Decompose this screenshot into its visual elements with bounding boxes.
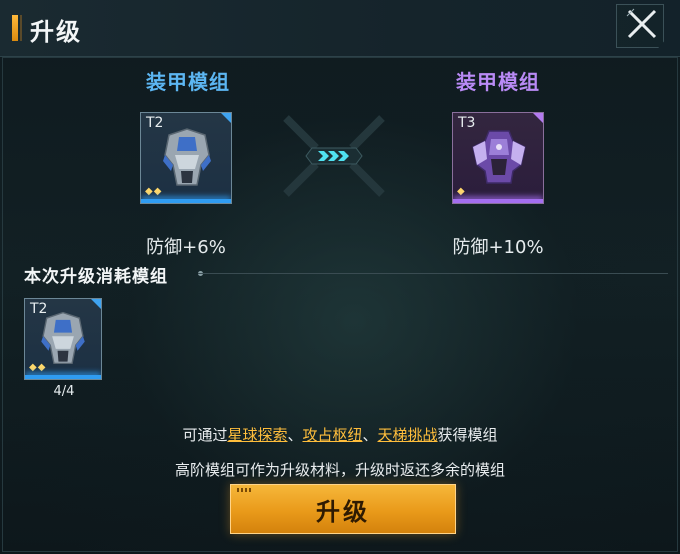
link-planet-explore[interactable]: 星球探索 <box>227 426 287 444</box>
star-rating: ◆ <box>457 186 466 197</box>
rarity-corner <box>221 113 231 123</box>
hint-acquire: 可通过星球探索、攻占枢纽、天梯挑战获得模组 <box>0 424 680 445</box>
current-module-name: 装甲模组 <box>146 70 230 94</box>
title-accent-line <box>20 15 22 41</box>
close-x-icon <box>626 8 657 39</box>
page-title: 升级 <box>30 18 82 46</box>
rarity-bar <box>25 375 101 379</box>
close-button[interactable] <box>612 0 672 48</box>
star-rating: ◆◆ <box>29 362 47 373</box>
section-divider <box>198 273 668 274</box>
cost-section-title: 本次升级消耗模组 <box>24 267 168 287</box>
link-ladder-challenge[interactable]: 天梯挑战 <box>378 426 438 444</box>
armor-module-icon <box>41 311 85 365</box>
title-bar: 升级 <box>0 0 680 57</box>
rarity-corner <box>91 299 101 309</box>
upgrade-button[interactable]: 升级 <box>230 484 456 534</box>
upgrade-panel: 升级 装甲模组 T2 ◆◆ 防御+6% 装甲模组 T3 ◆ 防御+10% 本次升… <box>0 0 680 554</box>
cost-count: 4/4 <box>53 384 75 399</box>
hint-separator: 、 <box>362 426 378 444</box>
rarity-bar <box>453 199 543 203</box>
rarity-corner <box>533 113 543 123</box>
hint-prefix: 可通过 <box>182 426 228 444</box>
current-module-card[interactable]: T2 ◆◆ <box>140 112 232 204</box>
current-stat: 防御+6% <box>146 237 226 258</box>
title-accent-bar <box>12 15 18 41</box>
chevron-right-arrows-icon <box>283 115 385 197</box>
star-rating: ◆◆ <box>145 186 163 197</box>
hint-material: 高阶模组可作为升级材料，升级时返还多余的模组 <box>174 461 505 479</box>
armor-module-icon <box>472 130 526 184</box>
armor-module-icon <box>163 128 211 186</box>
upgrade-button-label: 升级 <box>316 497 370 526</box>
rarity-bar <box>141 199 231 203</box>
link-capture-hub[interactable]: 攻占枢纽 <box>302 426 362 444</box>
hint-suffix: 获得模组 <box>437 426 498 444</box>
cost-module-card[interactable]: T2 ◆◆ <box>24 298 102 380</box>
button-decoration <box>237 488 251 492</box>
next-module-name: 装甲模组 <box>456 70 540 94</box>
hint-separator: 、 <box>287 426 303 444</box>
next-stat: 防御+10% <box>452 237 544 258</box>
next-module-card[interactable]: T3 ◆ <box>452 112 544 204</box>
